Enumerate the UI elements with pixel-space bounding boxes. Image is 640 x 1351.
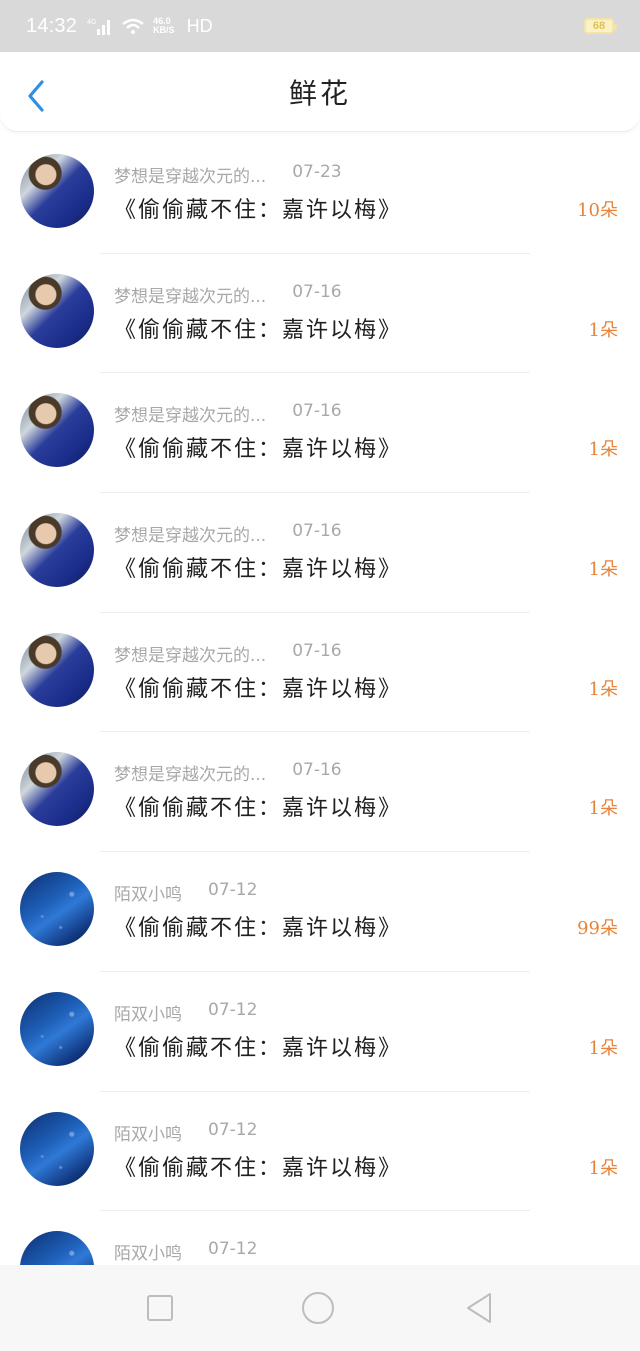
book-title[interactable]: 《偷偷藏不住：嘉许以梅》	[114, 431, 402, 463]
triangle-left-icon	[467, 1293, 491, 1323]
book-title[interactable]: 《偷偷藏不住：嘉许以梅》	[114, 551, 402, 583]
item-meta: 陌双小鸣 07-12	[114, 1000, 257, 1025]
flower-count: 1朵	[588, 1157, 618, 1179]
list-item[interactable]: 梦想是穿越次元的... 07-23 《偷偷藏不住：嘉许以梅》 10朵	[0, 134, 640, 254]
flower-count: 1朵	[588, 439, 618, 461]
flower-count: 1朵	[588, 678, 618, 700]
item-meta: 梦想是穿越次元的... 07-16	[114, 282, 342, 307]
hd-indicator: HD	[186, 15, 213, 36]
date: 07-16	[292, 521, 342, 542]
user-name[interactable]: 梦想是穿越次元的...	[114, 162, 266, 187]
date: 07-16	[292, 640, 342, 661]
list-item[interactable]: 陌双小鸣 07-12	[0, 1211, 640, 1265]
item-meta: 梦想是穿越次元的... 07-16	[114, 401, 342, 426]
battery-indicator: 68	[584, 18, 617, 34]
date: 07-16	[292, 281, 342, 302]
avatar[interactable]	[20, 154, 94, 228]
book-title[interactable]: 《偷偷藏不住：嘉许以梅》	[114, 671, 402, 703]
flower-count: 1朵	[588, 559, 618, 581]
recent-apps-button[interactable]	[143, 1291, 177, 1325]
back-button[interactable]	[22, 78, 50, 114]
avatar[interactable]	[20, 872, 94, 947]
back-nav-button[interactable]	[462, 1291, 496, 1325]
list-item[interactable]: 梦想是穿越次元的... 07-16 《偷偷藏不住：嘉许以梅》 1朵	[0, 373, 640, 494]
avatar[interactable]	[20, 393, 94, 468]
date: 07-16	[292, 401, 342, 422]
user-name[interactable]: 梦想是穿越次元的...	[114, 282, 266, 307]
book-title[interactable]: 《偷偷藏不住：嘉许以梅》	[114, 790, 402, 822]
list-item[interactable]: 梦想是穿越次元的... 07-16 《偷偷藏不住：嘉许以梅》 1朵	[0, 732, 640, 853]
avatar[interactable]	[20, 752, 94, 827]
battery-icon: 68	[584, 18, 617, 34]
item-meta: 梦想是穿越次元的... 07-23	[114, 162, 342, 187]
avatar[interactable]	[20, 1111, 94, 1186]
circle-icon	[302, 1292, 334, 1324]
status-time: 14:32	[26, 14, 78, 37]
flower-list[interactable]: 梦想是穿越次元的... 07-23 《偷偷藏不住：嘉许以梅》 10朵 梦想是穿越次元的.…	[0, 134, 640, 1265]
avatar[interactable]	[20, 273, 94, 348]
item-meta: 梦想是穿越次元的... 07-16	[114, 641, 342, 666]
wifi-icon	[122, 18, 144, 34]
book-title[interactable]: 《偷偷藏不住：嘉许以梅》	[114, 910, 402, 942]
list-item[interactable]: 梦想是穿越次元的... 07-16 《偷偷藏不住：嘉许以梅》 1朵	[0, 254, 640, 374]
date: 07-12	[208, 880, 258, 901]
list-item[interactable]: 陌双小鸣 07-12 《偷偷藏不住：嘉许以梅》 1朵	[0, 972, 640, 1092]
book-title[interactable]: 《偷偷藏不住：嘉许以梅》	[114, 192, 402, 224]
date: 07-16	[292, 760, 342, 781]
home-button[interactable]	[301, 1291, 335, 1325]
user-name[interactable]: 梦想是穿越次元的...	[114, 521, 266, 546]
user-name[interactable]: 梦想是穿越次元的...	[114, 401, 266, 426]
list-item[interactable]: 梦想是穿越次元的... 07-16 《偷偷藏不住：嘉许以梅》 1朵	[0, 493, 640, 613]
book-title[interactable]: 《偷偷藏不住：嘉许以梅》	[114, 1030, 402, 1062]
user-name[interactable]: 陌双小鸣	[114, 1239, 182, 1264]
date: 07-12	[208, 1119, 258, 1140]
list-item[interactable]: 梦想是穿越次元的... 07-16 《偷偷藏不住：嘉许以梅》 1朵	[0, 613, 640, 733]
square-icon	[147, 1295, 173, 1321]
flower-count: 1朵	[588, 1037, 618, 1059]
item-meta: 陌双小鸣 07-12	[114, 1120, 257, 1145]
user-name[interactable]: 梦想是穿越次元的...	[114, 760, 266, 785]
item-meta: 陌双小鸣 07-12	[114, 1239, 257, 1264]
book-title[interactable]: 《偷偷藏不住：嘉许以梅》	[114, 1150, 402, 1182]
flower-count: 10朵	[577, 200, 618, 221]
date: 07-23	[292, 162, 342, 182]
avatar[interactable]	[20, 991, 94, 1066]
app-header: 鲜花	[0, 52, 640, 132]
book-title[interactable]: 《偷偷藏不住：嘉许以梅》	[114, 312, 402, 344]
list-item[interactable]: 陌双小鸣 07-12 《偷偷藏不住：嘉许以梅》 1朵	[0, 1092, 640, 1212]
user-name[interactable]: 陌双小鸣	[114, 880, 182, 905]
flower-count: 1朵	[588, 319, 618, 341]
network-type: 4G	[87, 19, 96, 26]
item-meta: 梦想是穿越次元的... 07-16	[114, 760, 342, 785]
signal-icon: 4G	[87, 19, 111, 35]
status-indicators: 4G 46.0 KB/S HD	[87, 16, 213, 37]
item-meta: 梦想是穿越次元的... 07-16	[114, 521, 342, 546]
network-speed: 46.0 KB/S	[153, 16, 175, 35]
system-nav-bar	[0, 1265, 640, 1351]
list-item[interactable]: 陌双小鸣 07-12 《偷偷藏不住：嘉许以梅》 99朵	[0, 852, 640, 972]
avatar[interactable]	[20, 1231, 94, 1265]
page-title: 鲜花	[288, 76, 351, 110]
avatar[interactable]	[20, 513, 94, 588]
user-name[interactable]: 梦想是穿越次元的...	[114, 641, 266, 666]
user-name[interactable]: 陌双小鸣	[114, 1120, 182, 1145]
item-meta: 陌双小鸣 07-12	[114, 880, 257, 905]
date: 07-12	[208, 999, 258, 1020]
date: 07-12	[208, 1239, 258, 1260]
flower-count: 1朵	[588, 798, 618, 820]
user-name[interactable]: 陌双小鸣	[114, 1000, 182, 1025]
avatar[interactable]	[20, 632, 94, 707]
status-bar: 14:32 4G 46.0 KB/S HD 68	[0, 0, 640, 52]
chevron-left-icon	[28, 80, 44, 112]
flower-count: 99朵	[577, 918, 618, 940]
